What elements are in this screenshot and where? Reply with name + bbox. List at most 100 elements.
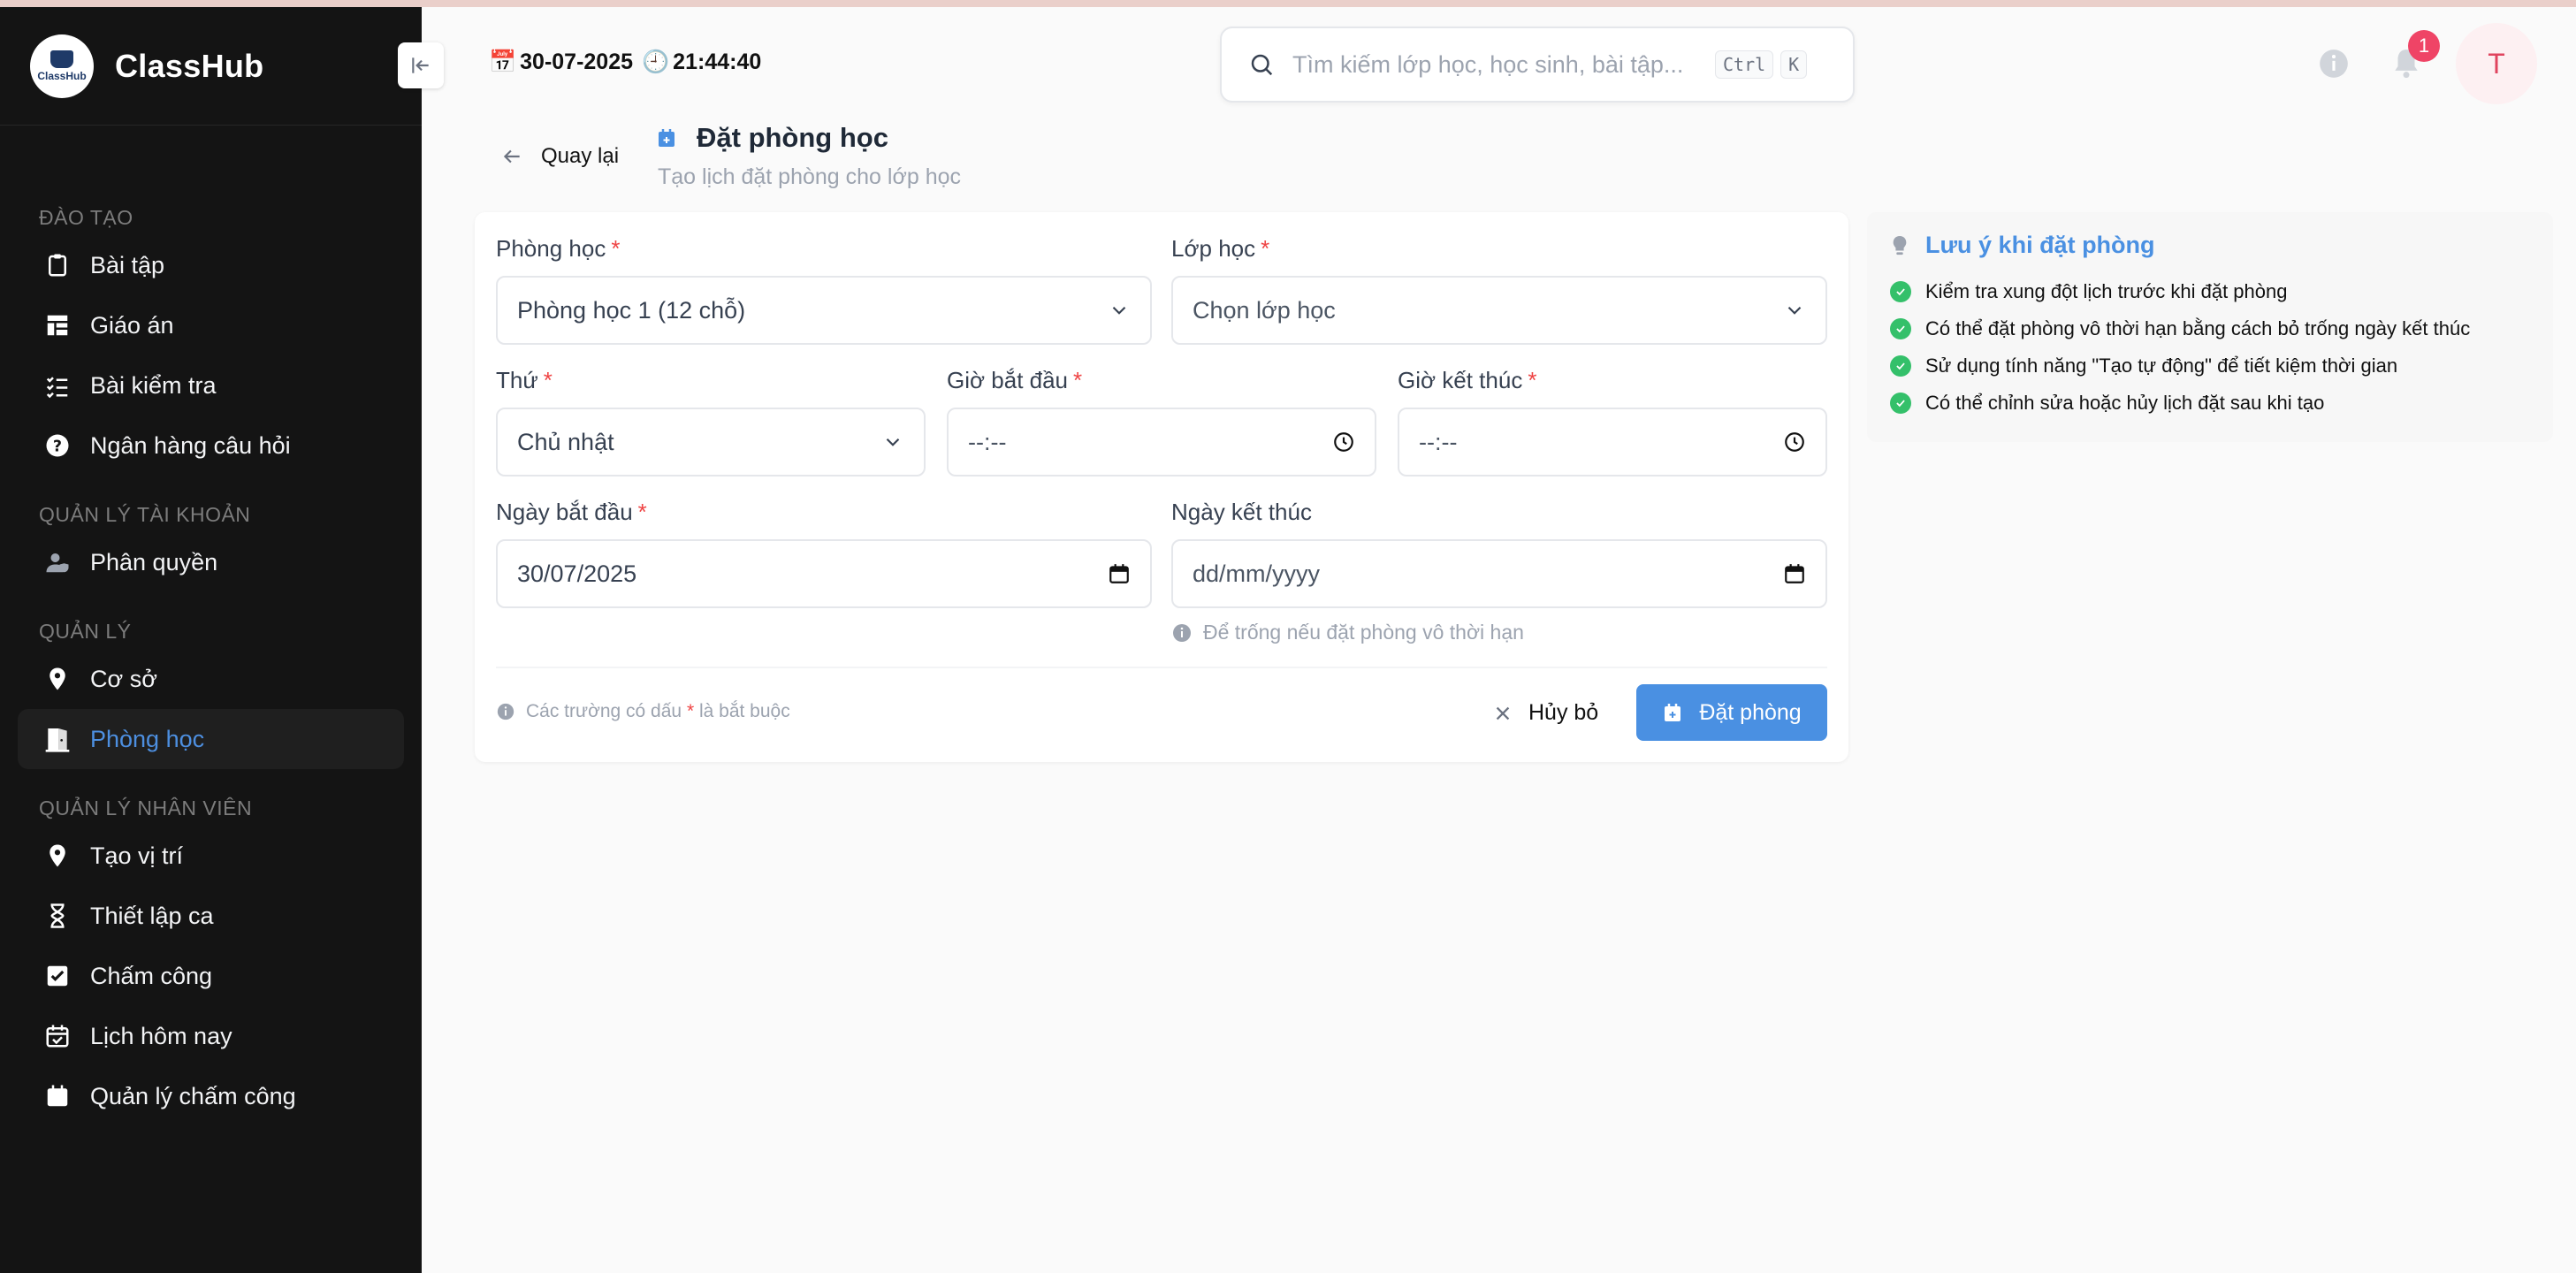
notes-title: Lưu ý khi đặt phòng (1925, 232, 2155, 258)
sidebar-item-quan-ly-cham-cong[interactable]: Quản lý chấm công (18, 1066, 404, 1126)
check-circle-icon (1890, 393, 1911, 414)
app-logo: ClassHub (30, 34, 94, 98)
note-item: Sử dụng tính năng "Tạo tự động" để tiết … (1890, 347, 2530, 385)
current-time: 21:44:40 (673, 50, 762, 74)
sidebar-collapse-button[interactable] (398, 42, 444, 88)
sidebar-item-lich-hom-nay[interactable]: Lịch hôm nay (18, 1006, 404, 1066)
sidebar-item-label: Thiết lập ca (90, 902, 214, 929)
close-icon (1496, 706, 1510, 720)
calendar-icon (42, 1081, 72, 1111)
class-select[interactable]: Chọn lớp học (1171, 276, 1827, 345)
required-mark: * (637, 499, 647, 525)
end-date-placeholder: dd/mm/yyyy (1193, 560, 1321, 587)
brand[interactable]: ClassHub ClassHub (0, 7, 422, 126)
calendar-icon (1785, 564, 1804, 583)
info-icon (2320, 50, 2348, 78)
map-pin-icon (42, 841, 72, 871)
weekday-select[interactable]: Chủ nhật (496, 408, 926, 476)
sidebar-item-giao-an[interactable]: Giáo án (18, 295, 404, 355)
end-date-hint: Để trống nếu đặt phòng vô thời hạn (1171, 621, 1827, 644)
sidebar-item-label: Quản lý chấm công (90, 1082, 296, 1109)
note-item: Có thể chỉnh sửa hoặc hủy lịch đặt sau k… (1890, 385, 2530, 422)
layout-icon (42, 310, 72, 340)
sidebar-item-label: Bài tập (90, 251, 165, 278)
lightbulb-icon (1893, 235, 1907, 255)
sidebar-item-label: Chấm công (90, 962, 213, 989)
calendar-plus-icon (659, 129, 674, 147)
shortcut-key-k: K (1780, 50, 1808, 79)
weekday-field: Thứ * Chủ nhật (496, 367, 926, 476)
required-note-star: * (686, 701, 695, 721)
class-field: Lớp học * Chọn lớp học (1171, 235, 1827, 345)
book-room-button[interactable]: Đặt phòng (1636, 684, 1827, 741)
end-time-placeholder: --:-- (1419, 428, 1458, 455)
end-time-field: Giờ kết thúc * --:-- (1398, 367, 1827, 476)
end-date-input[interactable]: dd/mm/yyyy (1171, 539, 1827, 608)
chevron-down-icon (886, 438, 900, 446)
arrow-left-bar-icon (412, 57, 429, 73)
required-note-prefix: Các trường có dấu (526, 701, 682, 721)
sidebar-item-ngan-hang-cau-hoi[interactable]: ? Ngân hàng câu hỏi (18, 415, 404, 476)
start-time-input[interactable]: --:-- (947, 408, 1376, 476)
note-text: Sử dụng tính năng "Tạo tự động" để tiết … (1925, 354, 2398, 377)
start-date-field: Ngày bắt đầu * 30/07/2025 (496, 499, 1152, 608)
class-select-placeholder: Chọn lớp học (1193, 296, 1336, 324)
sidebar-section-title: QUẢN LÝ TÀI KHOẢN (39, 503, 251, 526)
back-label: Quay lại (541, 144, 620, 168)
sidebar-item-label: Phân quyền (90, 548, 218, 576)
sidebar-item-cham-cong[interactable]: Chấm công (18, 946, 404, 1006)
calendar-icon: 📅 (489, 50, 517, 74)
sidebar-section-title: QUẢN LÝ (39, 620, 132, 643)
clock-icon (1785, 432, 1804, 452)
chevron-down-icon (1787, 306, 1802, 315)
app-name: ClassHub (115, 47, 264, 84)
info-button[interactable] (2316, 46, 2351, 81)
room-select[interactable]: Phòng học 1 (12 chỗ) (496, 276, 1152, 345)
form-divider (496, 667, 1827, 668)
end-time-input[interactable]: --:-- (1398, 408, 1827, 476)
sidebar: ClassHub ClassHub ĐÀO TẠO Bài tập Giáo á… (0, 7, 422, 1273)
sidebar-item-co-so[interactable]: Cơ sở (18, 649, 404, 709)
note-text: Kiểm tra xung đột lịch trước khi đặt phò… (1925, 280, 2288, 302)
room-field: Phòng học * Phòng học 1 (12 chỗ) (496, 235, 1152, 345)
booking-form-card: Phòng học * Phòng học 1 (12 chỗ) Lớp học *… (475, 212, 1848, 762)
room-label: Phòng học (496, 235, 606, 262)
end-time-label: Giờ kết thúc (1398, 367, 1523, 393)
search-input[interactable] (1292, 50, 1708, 79)
graduation-cap-icon (50, 50, 73, 68)
header-datetime: 📅 30-07-2025 🕘 21:44:40 (489, 50, 761, 75)
svg-text:?: ? (53, 438, 62, 455)
back-button[interactable]: Quay lại (500, 144, 619, 169)
notifications-button[interactable]: 1 (2387, 30, 2440, 83)
clock-icon: 🕘 (642, 50, 670, 74)
sidebar-item-phan-quyen[interactable]: Phân quyền (18, 532, 404, 592)
start-date-label: Ngày bắt đầu (496, 499, 633, 525)
user-avatar[interactable]: T (2456, 23, 2537, 104)
start-date-value: 30/07/2025 (517, 560, 637, 587)
logo-text: ClassHub (37, 69, 87, 82)
sidebar-item-bai-kiem-tra[interactable]: Bài kiểm tra (18, 355, 404, 415)
global-search[interactable]: Ctrl K (1220, 27, 1855, 103)
header-actions: 1 T (2316, 23, 2537, 104)
required-fields-note: Các trường có dấu * là bắt buộc (496, 701, 790, 722)
cancel-button[interactable]: Hủy bỏ (1493, 700, 1598, 726)
start-time-label: Giờ bắt đầu (947, 367, 1069, 393)
sidebar-item-phong-hoc[interactable]: Phòng học (18, 709, 404, 769)
info-icon (497, 703, 514, 720)
sidebar-item-thiet-lap-ca[interactable]: Thiết lập ca (18, 886, 404, 946)
shortcut-key-ctrl: Ctrl (1715, 50, 1774, 79)
checklist-icon (42, 370, 72, 400)
required-mark: * (1528, 367, 1537, 393)
page-header: Đặt phòng học Tạo lịch đặt phòng cho lớp… (656, 122, 961, 190)
note-text: Có thể chỉnh sửa hoặc hủy lịch đặt sau k… (1925, 392, 2325, 414)
sidebar-item-label: Cơ sở (90, 665, 157, 692)
sidebar-item-bai-tap[interactable]: Bài tập (18, 235, 404, 295)
sidebar-item-label: Giáo án (90, 311, 174, 339)
start-date-input[interactable]: 30/07/2025 (496, 539, 1152, 608)
sidebar-item-label: Phòng học (90, 725, 205, 752)
info-icon (1173, 623, 1191, 642)
page-subtitle: Tạo lịch đặt phòng cho lớp học (658, 164, 962, 189)
start-time-placeholder: --:-- (968, 428, 1007, 455)
sidebar-item-tao-vi-tri[interactable]: Tạo vị trí (18, 826, 404, 886)
sidebar-section-title: ĐÀO TẠO (39, 206, 133, 229)
